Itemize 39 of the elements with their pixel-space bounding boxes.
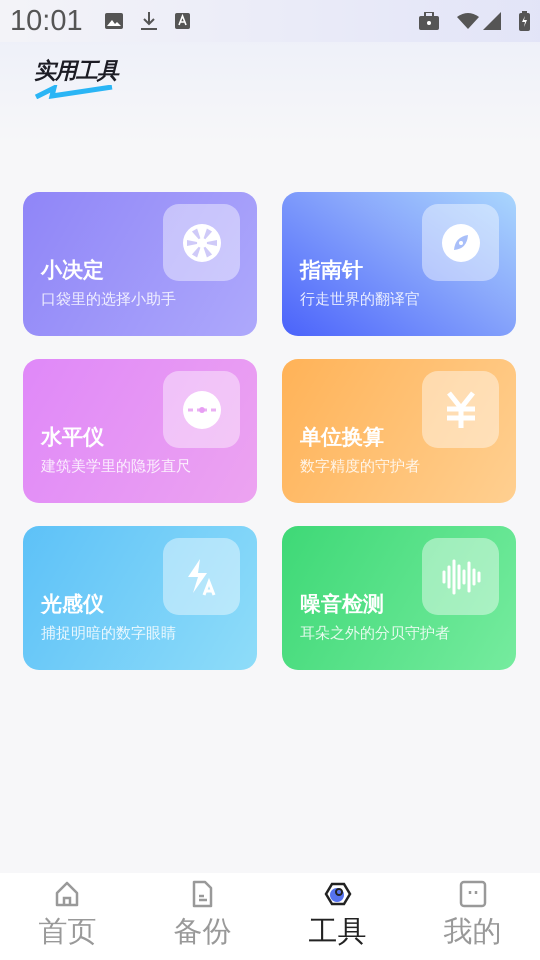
tool-subtitle: 建筑美学里的隐形直尺 xyxy=(41,457,192,476)
wifi-icon xyxy=(457,13,479,29)
briefcase-icon xyxy=(419,12,439,30)
status-time: 10:01 xyxy=(10,4,83,38)
tab[interactable]: 工具 xyxy=(270,873,405,960)
stripe-icon xyxy=(34,85,114,99)
hexagon-nut-icon xyxy=(324,880,352,908)
download-icon xyxy=(140,12,157,30)
tool-subtitle: 口袋里的选择小助手 xyxy=(41,290,177,309)
tool-title: 小决定 xyxy=(41,257,105,284)
signal-icon xyxy=(483,12,501,30)
tool-subtitle: 数字精度的守护者 xyxy=(300,457,421,476)
tool-subtitle: 行走世界的翻译官 xyxy=(300,290,421,309)
tab[interactable]: 备份 xyxy=(135,873,270,960)
home-icon xyxy=(54,880,82,908)
tool-subtitle: 耳朵之外的分贝守护者 xyxy=(300,624,451,643)
tool-title: 噪音检测 xyxy=(300,591,385,618)
face-box-icon xyxy=(458,880,486,908)
battery-icon xyxy=(519,11,530,31)
level-icon xyxy=(182,390,222,430)
tool-card[interactable]: 水平仪 建筑美学里的隐形直尺 xyxy=(23,359,257,503)
compass-icon xyxy=(440,222,480,262)
tool-card[interactable]: 光感仪 捕捉明暗的数字眼睛 xyxy=(23,526,257,670)
tool-title: 光感仪 xyxy=(41,591,105,618)
wheel-icon xyxy=(182,222,222,262)
font-icon xyxy=(174,13,190,29)
tool-card[interactable]: 单位换算 数字精度的守护者 xyxy=(282,359,516,503)
app-title: 实用工具 xyxy=(34,59,118,84)
tool-card[interactable]: 小决定 口袋里的选择小助手 xyxy=(23,192,257,336)
tool-card[interactable]: 指南针 行走世界的翻译官 xyxy=(282,192,516,336)
tool-subtitle: 捕捉明暗的数字眼睛 xyxy=(41,624,177,643)
tab[interactable]: 首页 xyxy=(0,873,135,960)
tool-title: 水平仪 xyxy=(41,424,105,451)
sound-wave-icon xyxy=(440,556,480,596)
tool-card[interactable]: 噪音检测 耳朵之外的分贝守护者 xyxy=(282,526,516,670)
image-icon xyxy=(104,13,123,29)
tab[interactable]: 我的 xyxy=(405,873,540,960)
tool-title: 指南针 xyxy=(300,257,364,284)
tool-title: 单位换算 xyxy=(300,424,385,451)
